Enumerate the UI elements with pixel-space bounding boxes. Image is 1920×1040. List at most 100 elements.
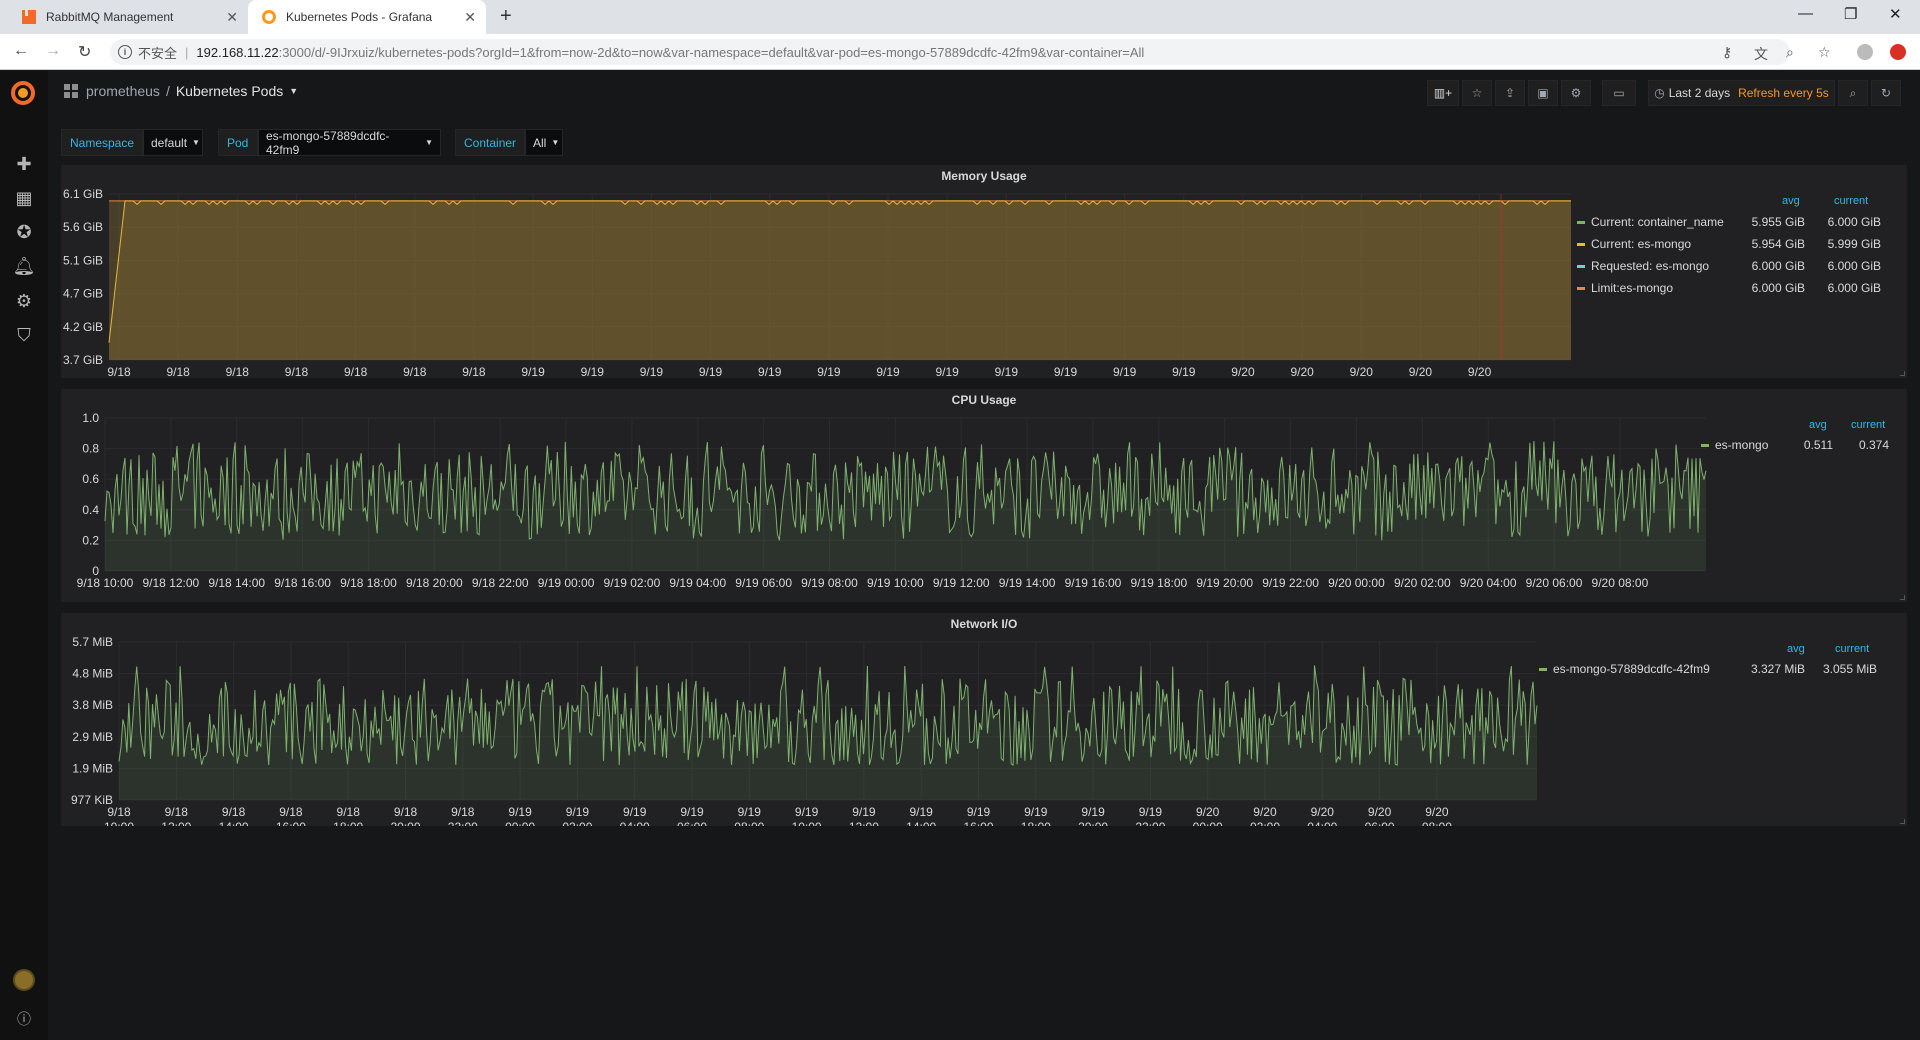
memory-series-area	[109, 200, 1571, 360]
cycle-view-mode-button[interactable]: ▭	[1602, 80, 1636, 106]
reload-icon[interactable]: ↻	[78, 42, 91, 62]
x-tick-label: 9/18 20:00	[406, 576, 463, 590]
legend-header-avg[interactable]: avg	[1782, 195, 1800, 207]
configuration-gear-icon[interactable]: ⚙	[12, 289, 36, 313]
x-tick-label: 9/18 16:00	[274, 576, 331, 590]
close-icon[interactable]: ✕	[226, 9, 238, 26]
y-tick-label: 5.1 GiB	[63, 253, 103, 267]
extension-icon[interactable]	[1890, 44, 1906, 60]
cpu-usage-graph[interactable]: 1.00.80.60.40.209/18 10:00 9/18 12:00 9/18…	[61, 389, 1711, 602]
network-io-graph[interactable]: 5.7 MiB4.8 MiB3.8 MiB2.9 MiB1.9 MiB977 K…	[61, 613, 1541, 826]
series-current: 6.000 GiB	[1827, 215, 1881, 229]
x-tick-label: 00:00	[505, 820, 535, 826]
memory-legend: avg current Current: container_name 5.95…	[1569, 165, 1899, 378]
legend-item[interactable]: Requested: es-mongo	[1577, 257, 1709, 275]
profile-avatar-icon[interactable]	[1857, 44, 1873, 60]
folder-name[interactable]: prometheus	[86, 83, 160, 99]
save-dashboard-button[interactable]: ▣	[1528, 80, 1558, 106]
x-tick-label: 12:00	[161, 820, 191, 826]
x-tick-label: 9/18 14:00	[208, 576, 265, 590]
legend-item[interactable]: Current: container_name	[1577, 213, 1724, 231]
y-tick-label: 2.9 MiB	[72, 730, 113, 744]
restore-icon[interactable]: ❐	[1844, 5, 1857, 23]
panel-cpu-usage[interactable]: CPU Usage 1.0 0.8 0.6 0.4 0.2 0 9/18 10:00 9/18…	[61, 389, 1907, 602]
y-tick-label: 6.1 GiB	[63, 187, 103, 201]
dashboard-settings-button[interactable]: ⚙	[1561, 80, 1591, 106]
x-tick-label: 9/18	[107, 805, 131, 819]
cpu-series-area	[105, 441, 1706, 571]
forward-icon[interactable]: →	[45, 42, 61, 60]
x-tick-label: 22:00	[448, 820, 478, 826]
create-plus-icon[interactable]: ✚	[12, 152, 36, 176]
time-picker-button[interactable]: ◷ Last 2 days Refresh every 5s	[1648, 80, 1835, 106]
x-tick-label: 9/20	[1253, 805, 1277, 819]
legend-item[interactable]: Current: es-mongo	[1577, 235, 1691, 253]
panel-memory-usage[interactable]: Memory Usage 6.1 GiB 5.6 GiB 5.1 GiB 4.7 Gi…	[61, 165, 1907, 378]
x-tick-label: 9/18 10:00	[77, 576, 134, 590]
tab-grafana[interactable]: Kubernetes Pods - Grafana ✕	[248, 0, 486, 34]
help-icon[interactable]: ⓘ	[12, 1007, 36, 1031]
legend-header-avg[interactable]: avg	[1787, 643, 1805, 655]
x-tick-label: 9/20 02:00	[1394, 576, 1451, 590]
x-tick-label: 9/18	[337, 805, 361, 819]
bookmark-star-icon[interactable]: ☆	[1818, 44, 1831, 61]
close-window-icon[interactable]: ✕	[1889, 5, 1902, 23]
variable-select-container[interactable]: All ▼	[525, 129, 563, 156]
zoom-out-button[interactable]: ⌕	[1838, 80, 1868, 106]
legend-item[interactable]: es-mongo	[1701, 436, 1768, 454]
zoom-icon[interactable]: ⌕	[1786, 44, 1794, 61]
y-tick-label: 5.7 MiB	[72, 635, 113, 649]
legend-header-avg[interactable]: avg	[1809, 419, 1827, 431]
series-current: 6.000 GiB	[1827, 259, 1881, 273]
y-tick-label: 0.2	[82, 533, 99, 547]
back-icon[interactable]: ←	[13, 42, 29, 60]
x-tick-label: 9/19 20:00	[1196, 576, 1253, 590]
user-avatar[interactable]	[13, 969, 35, 991]
caret-down-icon: ▼	[425, 138, 433, 147]
alerting-bell-icon[interactable]: 🔔︎	[12, 254, 36, 278]
panel-resize-handle[interactable]	[1900, 371, 1905, 376]
variable-select-namespace[interactable]: default ▼	[143, 129, 203, 156]
add-panel-button[interactable]: ▥+	[1427, 80, 1459, 106]
x-tick-label: 9/19	[876, 365, 900, 378]
explore-compass-icon[interactable]: ✪	[12, 220, 36, 244]
server-admin-shield-icon[interactable]: ⛉	[12, 323, 36, 347]
info-icon[interactable]: i	[118, 45, 132, 59]
tab-rabbitmq[interactable]: RabbitMQ Management ✕	[8, 0, 248, 34]
x-tick-label: 04:00	[1307, 820, 1337, 826]
x-tick-label: 9/19	[967, 805, 991, 819]
x-tick-label: 14:00	[906, 820, 936, 826]
series-avg: 0.511	[1803, 438, 1833, 452]
minimize-icon[interactable]: —	[1798, 5, 1813, 22]
memory-usage-graph[interactable]: 6.1 GiB 5.6 GiB 5.1 GiB 4.7 GiB 4.2 GiB 3.7 G…	[61, 165, 1581, 378]
panel-network-io[interactable]: Network I/O 5.7 MiB 4.8 MiB 3.8 MiB 2.9 MiB…	[61, 613, 1907, 826]
legend-header-current[interactable]: current	[1851, 419, 1885, 431]
dashboard-breadcrumb[interactable]: prometheus / Kubernetes Pods ▼	[64, 83, 298, 99]
breadcrumb-separator: /	[165, 83, 170, 99]
legend-header-current[interactable]: current	[1835, 643, 1869, 655]
x-tick-label: 9/19	[1054, 365, 1078, 378]
star-dashboard-button[interactable]: ☆	[1462, 80, 1492, 106]
x-tick-label: 9/18 18:00	[340, 576, 397, 590]
dashboard-title[interactable]: Kubernetes Pods	[176, 83, 283, 99]
variable-select-pod[interactable]: es-mongo-57889dcdfc-42fm9 ▼	[258, 129, 441, 157]
panel-resize-handle[interactable]	[1900, 819, 1905, 824]
x-tick-label: 9/20 08:00	[1592, 576, 1649, 590]
x-tick-label: 20:00	[390, 820, 420, 826]
dashboards-icon[interactable]: ▦	[12, 186, 36, 210]
new-tab-button[interactable]: +	[500, 5, 512, 28]
legend-header-current[interactable]: current	[1834, 195, 1868, 207]
panel-resize-handle[interactable]	[1900, 595, 1905, 600]
clock-icon: ◷	[1654, 86, 1665, 100]
translate-icon[interactable]: 文	[1754, 44, 1768, 64]
url-omnibox[interactable]: i 不安全 | 192.168.11.22:3000/d/-9IJrxuiz/k…	[110, 39, 1790, 65]
close-icon[interactable]: ✕	[464, 9, 476, 26]
x-tick-label: 9/20	[1409, 365, 1433, 378]
refresh-button[interactable]: ↻	[1871, 80, 1901, 106]
share-dashboard-button[interactable]: ⇪	[1495, 80, 1525, 106]
key-icon[interactable]: ⚷	[1722, 44, 1732, 61]
legend-item[interactable]: es-mongo-57889dcdfc-42fm9	[1539, 660, 1710, 678]
grafana-logo-icon[interactable]	[11, 81, 35, 105]
dashboard-grid-icon	[64, 84, 78, 98]
legend-item[interactable]: Limit:es-mongo	[1577, 279, 1673, 297]
